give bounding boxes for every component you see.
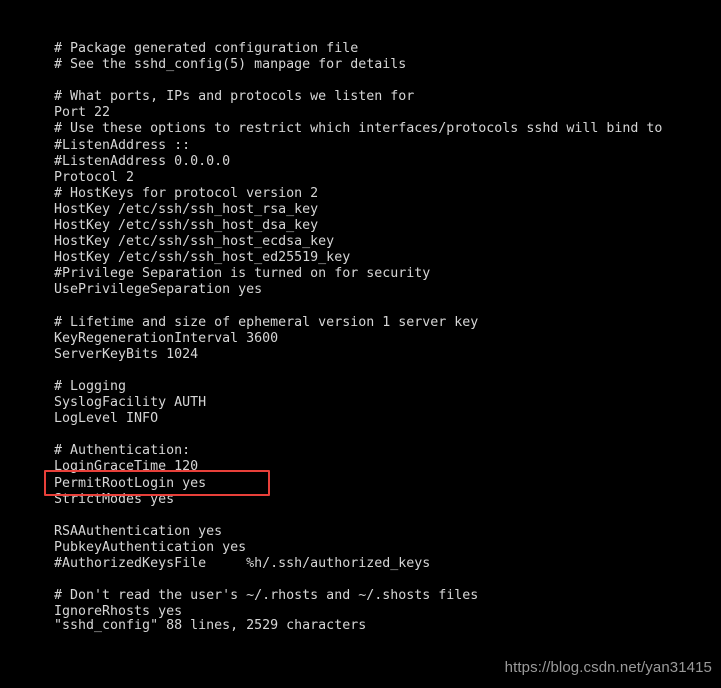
code-line: PubkeyAuthentication yes xyxy=(54,539,247,555)
editor-text-buffer[interactable]: # Package generated configuration file # … xyxy=(54,41,714,620)
code-line: KeyRegenerationInterval 3600 xyxy=(54,330,279,346)
code-line: # HostKeys for protocol version 2 xyxy=(54,185,319,201)
code-line: LogLevel INFO xyxy=(54,411,159,427)
editor-status-line: "sshd_config" 88 lines, 2529 characters xyxy=(54,618,367,633)
code-line: UsePrivilegeSeparation yes xyxy=(54,282,263,298)
code-line: #ListenAddress 0.0.0.0 xyxy=(54,153,231,169)
code-line: #AuthorizedKeysFile %h/.ssh/authorized_k… xyxy=(54,556,431,571)
code-line: HostKey /etc/ssh/ssh_host_dsa_key xyxy=(54,218,319,234)
terminal-window[interactable]: # Package generated configuration file # … xyxy=(0,0,721,688)
code-line: PermitRootLogin yes xyxy=(54,475,207,491)
code-line: #ListenAddress :: xyxy=(54,137,191,153)
watermark-text: https://blog.csdn.net/yan31415 xyxy=(504,659,712,676)
code-line: HostKey /etc/ssh/ssh_host_ecdsa_key xyxy=(54,234,335,250)
code-line: # See the sshd_config(5) manpage for det… xyxy=(54,57,407,73)
code-line: Protocol 2 xyxy=(54,169,135,185)
code-line: # Logging xyxy=(54,378,127,394)
code-line: # Don't read the user's ~/.rhosts and ~/… xyxy=(54,588,479,604)
code-line: RSAAuthentication yes xyxy=(54,523,223,539)
code-line: # Authentication: xyxy=(54,443,191,459)
code-line: #Privilege Separation is turned on for s… xyxy=(54,266,431,282)
code-line: LoginGraceTime 120 xyxy=(54,459,199,475)
code-line: # What ports, IPs and protocols we liste… xyxy=(54,89,415,105)
code-line: StrictModes yes xyxy=(54,491,175,507)
code-line: ServerKeyBits 1024 xyxy=(54,346,199,362)
code-line: HostKey /etc/ssh/ssh_host_rsa_key xyxy=(54,201,319,217)
code-line: # Lifetime and size of ephemeral version… xyxy=(54,314,479,330)
code-line: # Use these options to restrict which in… xyxy=(54,121,663,137)
code-line: SyslogFacility AUTH xyxy=(54,395,207,411)
code-line: # Package generated configuration file xyxy=(54,41,359,56)
code-line: HostKey /etc/ssh/ssh_host_ed25519_key xyxy=(54,250,351,266)
code-line: Port 22 xyxy=(54,105,111,121)
